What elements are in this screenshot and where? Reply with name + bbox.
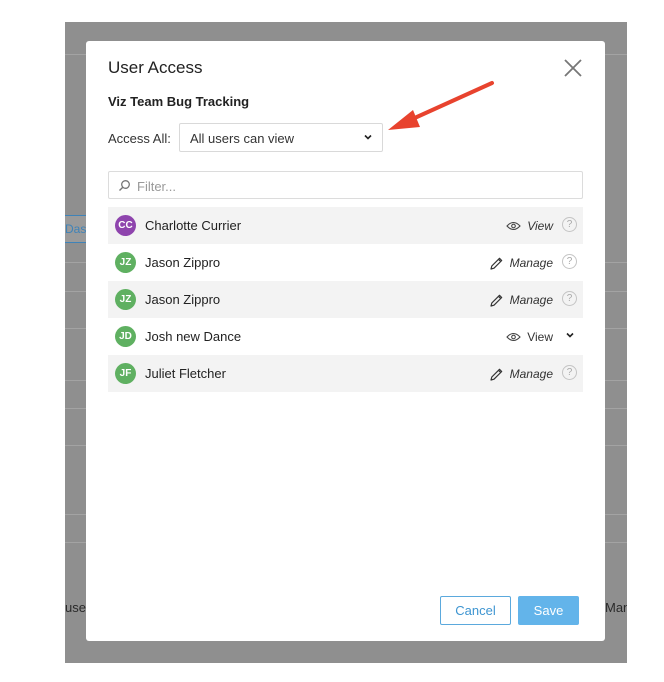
access-all-value: All users can view [190, 131, 295, 146]
access-all-select[interactable]: All users can view [179, 123, 383, 152]
user-access-dialog: User Access Viz Team Bug Tracking Access… [86, 41, 605, 641]
bg-right-text: Mana [605, 600, 627, 615]
help-icon[interactable]: ? [562, 365, 577, 380]
cancel-button[interactable]: Cancel [440, 596, 511, 625]
user-name: Juliet Fletcher [145, 366, 226, 381]
search-icon [119, 180, 130, 191]
user-row: JZ Jason Zippro Manage ? [108, 244, 583, 281]
eye-icon [506, 332, 521, 342]
avatar: JD [115, 326, 136, 347]
permission-label: View [527, 330, 553, 344]
user-name: Charlotte Currier [145, 218, 242, 233]
permission-label: Manage [509, 367, 553, 381]
filter-box [108, 171, 583, 199]
chevron-down-icon[interactable] [565, 330, 575, 340]
chevron-down-icon [364, 134, 372, 140]
avatar: JF [115, 363, 136, 384]
user-row: JF Juliet Fletcher Manage ? [108, 355, 583, 392]
user-list: CC Charlotte Currier View ? JZ Jason Zip… [108, 207, 583, 392]
avatar: JZ [115, 289, 136, 310]
user-name: Jason Zippro [145, 292, 221, 307]
permission-dropdown[interactable]: Manage [489, 290, 553, 310]
eye-icon [506, 221, 521, 231]
user-row: JD Josh new Dance View [108, 318, 583, 355]
permission-dropdown[interactable]: View [506, 216, 553, 236]
avatar: CC [115, 215, 136, 236]
annotation-arrow-icon [388, 81, 494, 130]
dialog-title: User Access [108, 58, 203, 77]
help-icon[interactable]: ? [562, 217, 577, 232]
pencil-icon [490, 368, 502, 381]
permission-label: Manage [509, 293, 553, 307]
help-icon[interactable]: ? [562, 291, 577, 306]
permission-label: Manage [509, 256, 553, 270]
permission-dropdown[interactable]: Manage [489, 364, 553, 384]
avatar: JZ [115, 252, 136, 273]
filter-input[interactable] [137, 176, 567, 196]
pencil-icon [490, 257, 502, 270]
pencil-icon [490, 294, 502, 307]
user-name: Jason Zippro [145, 255, 221, 270]
user-row: CC Charlotte Currier View ? [108, 207, 583, 244]
access-all-label: Access All: [108, 131, 171, 146]
close-icon[interactable] [561, 56, 585, 80]
help-icon[interactable]: ? [562, 254, 577, 269]
permission-dropdown[interactable]: View [506, 327, 553, 347]
dashboard-name: Viz Team Bug Tracking [108, 94, 250, 109]
close-button[interactable] [561, 56, 585, 80]
save-button[interactable]: Save [518, 596, 579, 625]
permission-label: View [527, 219, 553, 233]
user-row: JZ Jason Zippro Manage ? [108, 281, 583, 318]
user-name: Josh new Dance [145, 329, 242, 344]
permission-dropdown[interactable]: Manage [489, 253, 553, 273]
